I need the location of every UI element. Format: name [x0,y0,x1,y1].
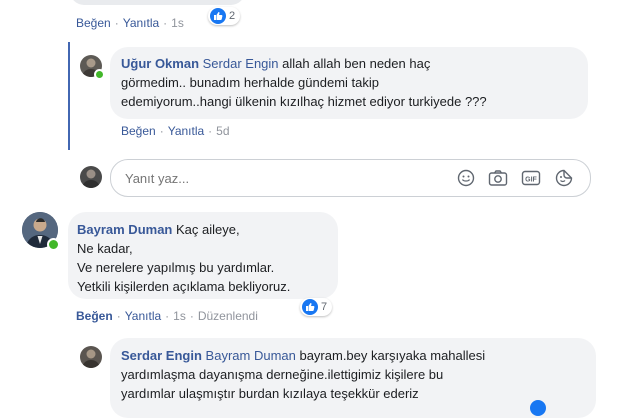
sticker-icon[interactable] [554,168,574,188]
comment-bubble: Serdar Engin Bayram Duman bayram.bey kar… [110,338,596,418]
edited-label[interactable]: Düzenlendi [198,309,258,323]
author-name[interactable]: Serdar Engin [121,348,202,363]
reaction-count: 7 [321,301,328,313]
like-reaction-icon-partial [530,400,546,416]
avatar[interactable] [80,346,102,368]
reaction-count: 2 [229,10,236,22]
timestamp[interactable]: 5d [216,124,229,138]
reply-link[interactable]: Yanıtla [168,124,204,138]
camera-icon[interactable] [488,168,508,188]
online-status-dot [47,238,60,251]
reply-input[interactable] [123,168,447,188]
separator-dot: · [159,124,164,138]
mention-link[interactable]: Serdar Engin [203,56,279,71]
reply-input-box[interactable]: GIF [110,159,591,197]
thread-indicator-line [68,42,70,150]
comment-text: allah allah ben neden haç [278,56,431,71]
like-reaction-icon [210,8,226,24]
author-name[interactable]: Uğur Okman [121,56,199,71]
top-comment-bubble-fragment [70,0,245,5]
comment-line: yardımlar ulaşmıştır burdan kızılaya teş… [121,386,419,401]
comment-text: bayram.bey karşıyaka mahallesi [295,348,486,363]
comment-bubble: Bayram Duman Kaç aileye, Ne kadar, Ve ne… [68,212,338,299]
comment-bubble: Uğur Okman Serdar Engin allah allah ben … [110,47,588,119]
comment-line: Bayram Duman Kaç aileye, [77,220,335,239]
timestamp[interactable]: 1s [173,309,186,323]
like-link[interactable]: Beğen [76,16,111,30]
separator-dot: · [116,309,121,323]
comment-line: Yetkili kişilerden açıklama bekliyoruz. [77,279,291,294]
comment-actions: Beğen · Yanıtla · 1s · Düzenlendi [76,309,258,323]
separator-dot: · [189,309,194,323]
like-link[interactable]: Beğen [76,309,113,323]
comment-line: görmedim.. bunadım herhalde gündemi taki… [121,75,379,90]
author-name[interactable]: Bayram Duman [77,222,172,237]
mention-link[interactable]: Bayram Duman [206,348,296,363]
reply-link[interactable]: Yanıtla [125,309,161,323]
like-link[interactable]: Beğen [121,124,156,138]
comment-line: Ve nerelere yapılmış bu yardımlar. [77,260,275,275]
comment-line: edemiyorum..hangi ülkenin kızılhaç hizme… [121,94,487,109]
separator-dot: · [165,309,170,323]
comment-line: Uğur Okman Serdar Engin allah allah ben … [121,54,583,73]
online-status-dot [94,69,105,80]
comment-body: Bayram Duman Kaç aileye, Ne kadar, Ve ne… [77,220,335,296]
svg-text:GIF: GIF [525,176,537,183]
reaction-count-badge[interactable]: 7 [300,298,333,316]
comment-body: Uğur Okman Serdar Engin allah allah ben … [121,54,583,111]
comment-actions: Beğen · Yanıtla · 5d [121,124,230,138]
emoji-icon[interactable] [456,168,476,188]
separator-dot: · [114,16,119,30]
separator-dot: · [163,16,168,30]
comment-body: Serdar Engin Bayram Duman bayram.bey kar… [121,346,591,403]
gif-icon[interactable]: GIF [521,168,541,188]
timestamp[interactable]: 1s [171,16,184,30]
current-user-avatar [80,166,102,188]
comment-line: yardımlaşma dayanışma derneğine.ilettigi… [121,367,444,382]
comment-text: Kaç aileye, [172,222,240,237]
separator-dot: · [208,124,213,138]
comment-line: Ne kadar, [77,241,133,256]
top-comment-actions: Beğen · Yanıtla · 1s [76,16,184,30]
reply-link[interactable]: Yanıtla [123,16,159,30]
comment-line: Serdar Engin Bayram Duman bayram.bey kar… [121,346,591,365]
like-reaction-icon [302,299,318,315]
reaction-count-badge[interactable]: 2 [208,7,241,25]
